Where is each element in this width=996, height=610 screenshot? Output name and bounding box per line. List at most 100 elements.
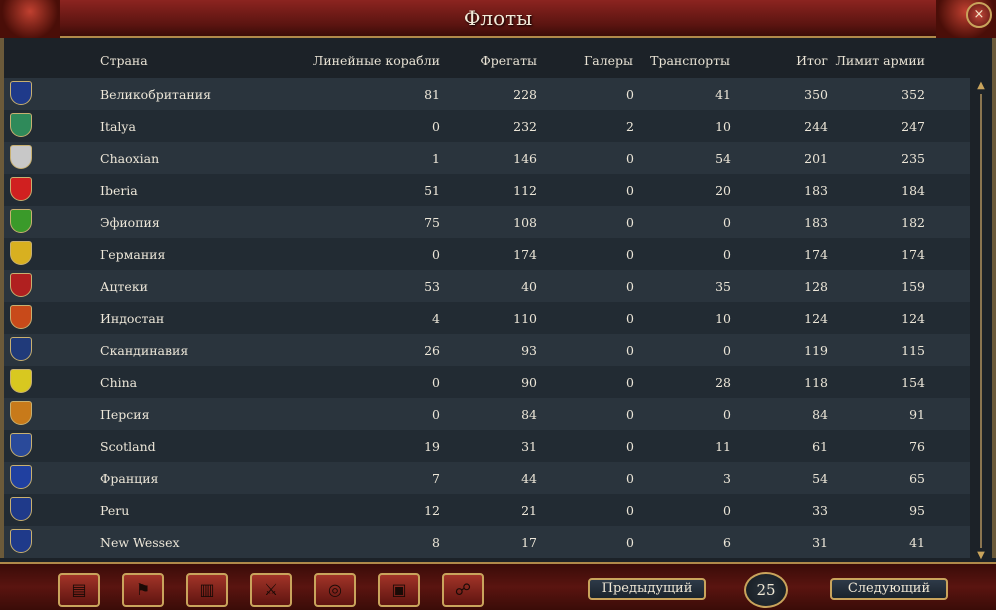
cell-transports: 3 [723,471,731,486]
cell-galleys: 2 [626,119,634,134]
cell-limit: 154 [901,375,925,390]
crossed-swords-icon: ⚔ [263,580,279,599]
cell-galleys: 0 [626,87,634,102]
column-header-army-limit[interactable]: Лимит армии [835,53,925,68]
table-row[interactable]: Italya 0 232 2 10 244 247 [4,110,970,142]
cell-total: 31 [812,535,828,550]
country-flag-icon [10,497,32,521]
cell-frigates: 84 [521,407,537,422]
table-row[interactable]: Эфиопия 75 108 0 0 183 182 [4,206,970,238]
cell-transports: 11 [715,439,731,454]
country-flag-icon [10,305,32,329]
table-row[interactable]: Германия 0 174 0 0 174 174 [4,238,970,270]
country-name: Iberia [100,183,138,198]
country-flag-icon [10,529,32,553]
table-row[interactable]: Франция 7 44 0 3 54 65 [4,462,970,494]
cell-frigates: 40 [521,279,537,294]
scroll-track[interactable] [980,94,982,548]
cell-frigates: 90 [521,375,537,390]
flag-button[interactable]: ⚑ [122,573,164,607]
cell-limit: 182 [901,215,925,230]
crossed-swords-button[interactable]: ⚔ [250,573,292,607]
country-flag-icon [10,145,32,169]
cell-transports: 41 [715,87,731,102]
title-bar: Флоты × [0,0,996,38]
table-header: Страна Линейные корабли Фрегаты Галеры Т… [4,40,988,78]
country-name: Индостан [100,311,165,326]
country-flag-icon [10,401,32,425]
cell-galleys: 0 [626,311,634,326]
table-row[interactable]: Персия 0 84 0 0 84 91 [4,398,970,430]
table-row[interactable]: Chaoxian 1 146 0 54 201 235 [4,142,970,174]
country-name: Франция [100,471,159,486]
scroll-up-icon[interactable]: ▲ [974,80,988,92]
country-flag-icon [10,273,32,297]
table-row[interactable]: Peru 12 21 0 0 33 95 [4,494,970,526]
country-name: Ацтеки [100,279,148,294]
cell-galleys: 0 [626,375,634,390]
cell-ships-of-line: 19 [424,439,440,454]
table-row[interactable]: Великобритания 81 228 0 41 350 352 [4,78,970,110]
buildings-button[interactable]: ▥ [186,573,228,607]
table-row[interactable]: Iberia 51 112 0 20 183 184 [4,174,970,206]
cell-limit: 91 [909,407,925,422]
scrollbar[interactable]: ▲ ▼ [974,80,988,562]
scroll-down-icon[interactable]: ▼ [974,550,988,562]
country-name: Скандинавия [100,343,189,358]
column-header-ships-of-line[interactable]: Линейные корабли [313,53,440,68]
cell-total: 118 [804,375,828,390]
table-row[interactable]: China 0 90 0 28 118 154 [4,366,970,398]
cell-frigates: 112 [513,183,537,198]
column-header-galleys[interactable]: Галеры [584,53,633,68]
buildings-icon: ▥ [199,580,215,599]
table-row[interactable]: Scotland 19 31 0 11 61 76 [4,430,970,462]
column-header-country[interactable]: Страна [100,53,148,68]
cell-total: 54 [812,471,828,486]
cell-limit: 76 [909,439,925,454]
cell-ships-of-line: 1 [432,151,440,166]
bottom-toolbar: ▤ ⚑ ▥ ⚔ ◎ ▣ ☍ Предыдущий 25 Следующий [0,562,996,610]
close-icon: × [973,7,985,22]
cell-limit: 247 [901,119,925,134]
table-row[interactable]: Ацтеки 53 40 0 35 128 159 [4,270,970,302]
cell-total: 183 [804,183,828,198]
country-flag-icon [10,433,32,457]
table-row[interactable]: Индостан 4 110 0 10 124 124 [4,302,970,334]
country-name: China [100,375,138,390]
table-row[interactable]: New Wessex 8 17 0 6 31 41 [4,526,970,558]
window-title: Флоты [463,6,533,30]
cell-limit: 95 [909,503,925,518]
cell-ships-of-line: 8 [432,535,440,550]
cell-galleys: 0 [626,215,634,230]
cell-total: 128 [804,279,828,294]
handshake-icon: ☍ [454,580,472,599]
cell-galleys: 0 [626,407,634,422]
next-button[interactable]: Следующий [830,578,948,600]
column-header-transports[interactable]: Транспорты [650,53,730,68]
cell-ships-of-line: 0 [432,119,440,134]
cell-frigates: 93 [521,343,537,358]
cell-transports: 10 [715,119,731,134]
cell-galleys: 0 [626,471,634,486]
cell-total: 244 [804,119,828,134]
ledger-button[interactable]: ▤ [58,573,100,607]
cell-total: 119 [804,343,828,358]
column-header-total[interactable]: Итог [796,53,828,68]
crate-button[interactable]: ▣ [378,573,420,607]
cell-galleys: 0 [626,439,634,454]
cell-limit: 174 [901,247,925,262]
coins-button[interactable]: ◎ [314,573,356,607]
cell-limit: 184 [901,183,925,198]
cell-transports: 0 [723,247,731,262]
previous-button[interactable]: Предыдущий [588,578,706,600]
handshake-button[interactable]: ☍ [442,573,484,607]
cell-galleys: 0 [626,535,634,550]
close-button[interactable]: × [966,2,992,28]
cell-total: 201 [804,151,828,166]
cell-frigates: 174 [513,247,537,262]
cell-frigates: 44 [521,471,537,486]
column-header-frigates[interactable]: Фрегаты [480,53,537,68]
cell-limit: 65 [909,471,925,486]
table-row[interactable]: Скандинавия 26 93 0 0 119 115 [4,334,970,366]
cell-limit: 235 [901,151,925,166]
